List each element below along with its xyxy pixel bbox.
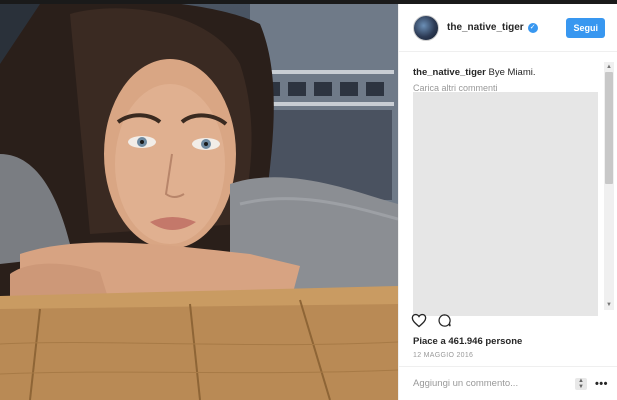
caption-username[interactable]: the_native_tiger xyxy=(413,67,486,78)
post-photo[interactable] xyxy=(0,4,398,400)
username-link[interactable]: the_native_tiger xyxy=(447,22,524,33)
post-details-panel: the_native_tiger ✓ Segui the_native_tige… xyxy=(398,4,617,400)
comments-section: the_native_tiger Bye Miami. Carica altri… xyxy=(413,66,609,93)
comment-input[interactable] xyxy=(413,378,575,389)
post-photo-image xyxy=(0,4,398,400)
add-comment-bar: ▲▼ ••• xyxy=(399,366,617,400)
scroll-thumb[interactable] xyxy=(605,72,613,184)
comment-bubble-icon[interactable] xyxy=(437,313,452,333)
avatar[interactable] xyxy=(413,14,439,41)
verified-badge-icon: ✓ xyxy=(527,22,538,33)
comments-scrollbar[interactable]: ▲ ▼ xyxy=(604,62,614,310)
post-date: 12 MAGGIO 2016 xyxy=(413,352,474,359)
post-header: the_native_tiger ✓ Segui xyxy=(399,4,617,52)
scroll-down-arrow-icon[interactable]: ▼ xyxy=(604,300,614,310)
likes-count[interactable]: Piace a 461.946 persone xyxy=(413,336,522,347)
resize-handle-icon[interactable]: ▲ ▼ xyxy=(574,377,587,390)
caption: the_native_tiger Bye Miami. xyxy=(413,66,609,79)
heart-icon[interactable] xyxy=(411,313,427,333)
post-actions xyxy=(411,313,452,333)
comments-loading-placeholder xyxy=(413,92,598,316)
caption-text: Bye Miami. xyxy=(488,67,536,78)
follow-button[interactable]: Segui xyxy=(566,17,605,38)
scroll-up-arrow-icon[interactable]: ▲ xyxy=(604,62,614,72)
more-options-icon[interactable]: ••• xyxy=(595,378,608,390)
